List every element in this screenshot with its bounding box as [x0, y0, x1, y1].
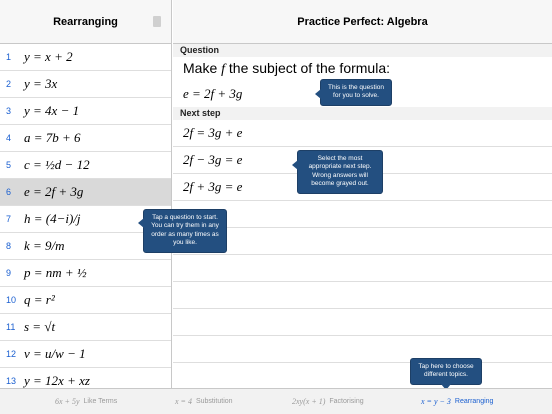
- question-equation: y = 4x − 1: [24, 103, 80, 118]
- page-title: Practice Perfect: Algebra: [297, 15, 428, 28]
- question-equation: y = 12x + xz: [24, 373, 90, 388]
- question-main-equation: e = 2f + 3g: [183, 85, 243, 101]
- question-prompt: Make f the subject of the formula:: [173, 57, 552, 80]
- question-number: 12: [6, 349, 17, 359]
- tab-like-terms[interactable]: 6x + 5y Like Terms: [55, 397, 117, 406]
- empty-row: x: [173, 336, 552, 363]
- question-equation: y = x + 2: [24, 49, 73, 64]
- tab-equation: 2xy(x + 1): [292, 397, 326, 406]
- tab-label: Like Terms: [83, 398, 118, 405]
- question-equation: p = nm + ½: [24, 265, 87, 280]
- question-equation: s = √t: [24, 319, 56, 334]
- question-row-10[interactable]: 10 q = r²: [0, 287, 171, 314]
- tooltip-question: This is the question for you to solve.: [315, 79, 392, 106]
- step-option-1[interactable]: 2f = 3g + e: [173, 120, 552, 147]
- question-number: 3: [6, 106, 12, 116]
- empty-row: x: [173, 255, 552, 282]
- next-step-section-header: Next step: [173, 107, 552, 120]
- prompt-text: Make: [183, 60, 218, 76]
- question-equation: k = 9/m: [24, 238, 65, 253]
- question-equation: v = u/w − 1: [24, 346, 86, 361]
- question-number: 10: [6, 295, 17, 305]
- tab-label: Substitution: [195, 398, 233, 405]
- question-row-3[interactable]: 3 y = 4x − 1: [0, 98, 171, 125]
- prompt-variable: f: [221, 62, 226, 77]
- tab-factorising[interactable]: 2xy(x + 1) Factorising: [292, 397, 364, 406]
- question-equation: y = 3x: [24, 76, 58, 91]
- tooltip-next-step: Select the most appropriate next step. W…: [292, 150, 383, 194]
- question-number: 4: [6, 133, 12, 143]
- tab-rearranging[interactable]: x = y − 3 Rearranging: [421, 397, 493, 406]
- tab-equation: x = 4: [175, 397, 192, 406]
- question-equation: e = 2f + 3g: [24, 184, 84, 199]
- question-row-2[interactable]: 2 y = 3x: [0, 71, 171, 98]
- topic-tab-bar: 6x + 5y Like Terms x = 4 Substitution 2x…: [0, 388, 552, 414]
- question-row-11[interactable]: 11 s = √t: [0, 314, 171, 341]
- question-equation: h = (4−i)/j: [24, 211, 81, 226]
- sidebar-title: Rearranging: [53, 15, 118, 28]
- question-number: 9: [6, 268, 12, 278]
- sidebar-header: Rearranging: [0, 0, 171, 44]
- question-row-9[interactable]: 9 p = nm + ½: [0, 260, 171, 287]
- sidebar: Rearranging 1 y = x + 2 2 y = 3x 3 y = 4x −…: [0, 0, 172, 395]
- step-equation: 2f = 3g + e: [183, 125, 243, 140]
- question-number: 2: [6, 79, 12, 89]
- question-row-6[interactable]: 6 e = 2f + 3g: [0, 179, 171, 206]
- question-row-12[interactable]: 12 v = u/w − 1: [0, 341, 171, 368]
- step-equation: 2f + 3g = e: [183, 179, 243, 194]
- prompt-rest: the subject of the formula:: [228, 60, 390, 76]
- tab-equation: 6x + 5y: [55, 397, 80, 406]
- tooltip-start: Tap a question to start. You can try the…: [138, 209, 227, 253]
- main-panel: Practice Perfect: Algebra Question Make …: [173, 0, 552, 388]
- question-number: 8: [6, 241, 12, 251]
- question-number: 5: [6, 160, 12, 170]
- tab-substitution[interactable]: x = 4 Substitution: [175, 397, 233, 406]
- question-equation: a = 7b + 6: [24, 130, 81, 145]
- empty-row: x: [173, 228, 552, 255]
- empty-row: x: [173, 282, 552, 309]
- question-section-header: Question: [173, 44, 552, 57]
- question-row-5[interactable]: 5 c = ½d − 12: [0, 152, 171, 179]
- question-row-1[interactable]: 1 y = x + 2: [0, 44, 171, 71]
- main-header: Practice Perfect: Algebra: [173, 0, 552, 44]
- question-equation: c = ½d − 12: [24, 157, 90, 172]
- question-number: 11: [6, 322, 16, 332]
- question-number: 6: [6, 187, 12, 197]
- empty-row: x: [173, 201, 552, 228]
- tab-label: Factorising: [329, 398, 364, 405]
- empty-row: x: [173, 309, 552, 336]
- menu-icon[interactable]: [153, 16, 161, 27]
- question-number: 7: [6, 214, 12, 224]
- question-number: 1: [6, 52, 12, 62]
- question-row-4[interactable]: 4 a = 7b + 6: [0, 125, 171, 152]
- tab-equation: x = y − 3: [421, 397, 451, 406]
- tooltip-topics: Tap here to choose different topics.: [410, 358, 482, 390]
- step-equation: 2f − 3g = e: [183, 152, 243, 167]
- question-number: 13: [6, 376, 17, 386]
- question-equation: q = r²: [24, 292, 55, 307]
- tab-label: Rearranging: [454, 398, 494, 405]
